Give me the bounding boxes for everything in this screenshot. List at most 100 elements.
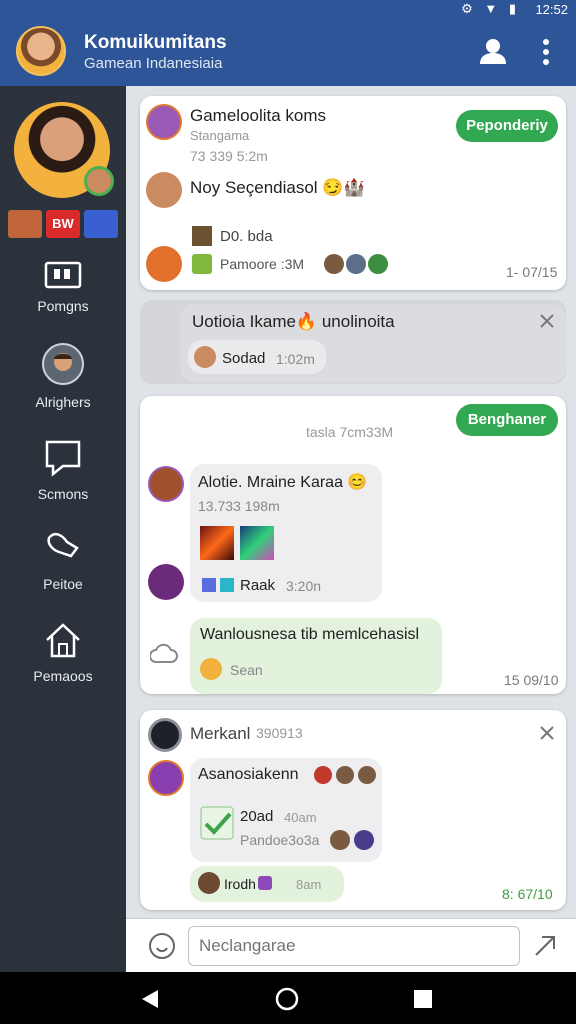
online-mini-avatar	[84, 166, 114, 196]
reaction-avatar	[346, 254, 366, 274]
file-meta: Pamoore :3M	[220, 256, 305, 272]
sidebar-item-label: Alrighers	[35, 394, 91, 410]
reaction-avatar	[368, 254, 388, 274]
sidebar-item-label: Scmons	[37, 486, 89, 502]
sidebar-item-label: Pemaoos	[33, 668, 93, 684]
image-thumbnail[interactable]	[240, 526, 274, 560]
app-bar: Komuikumitans Gamean Indanesiaia	[0, 20, 576, 86]
notification-title: Uotioia Ikame🔥 unolinoita	[192, 312, 395, 331]
status-icons: ⚙ ▼ ▮	[461, 1, 520, 16]
timestamp: 1- 07/15	[506, 264, 558, 280]
file-icon	[192, 254, 212, 274]
attachment-sub: Pandoe3o3a	[240, 832, 320, 848]
tag-icon	[220, 578, 234, 592]
reaction-avatar	[314, 766, 332, 784]
app-subtitle: Gamean Indanesiaia	[84, 55, 223, 72]
sidebar-item-alrighers[interactable]: Alrighers	[0, 342, 126, 410]
home-icon	[46, 623, 80, 658]
reaction-avatar	[358, 766, 376, 784]
message-text: Alotie. Mraine Karaa 😊	[198, 474, 368, 491]
card-header: Gameloolita koms	[190, 106, 327, 125]
compose-bar	[126, 918, 576, 972]
reaction-avatar	[336, 766, 354, 784]
message-text: Asanosiakenn	[198, 766, 299, 783]
card-meta: tasla 7cm33M	[306, 424, 394, 440]
calendar-icon	[44, 261, 82, 289]
group-avatar	[146, 104, 182, 140]
respond-button[interactable]: Peponderiy	[456, 110, 558, 142]
reaction-time: 3:20n	[286, 578, 322, 594]
post-card[interactable]: Merkanl 390913 Asanosiakenn 20ad 40am Pa…	[140, 710, 566, 910]
recents-icon[interactable]	[413, 989, 433, 1009]
reaction-avatar	[354, 830, 374, 850]
message-sub: 13.733 198m	[198, 498, 280, 514]
image-thumbnail[interactable]	[200, 526, 234, 560]
sender-avatar	[148, 466, 184, 502]
reaction-avatar	[330, 830, 350, 850]
avatar-icon	[42, 343, 84, 385]
post-card[interactable]: Gameloolita koms Stangama 73 339 5:2m Pe…	[140, 96, 566, 290]
reaction-avatar	[324, 254, 344, 274]
post-card[interactable]: Benghaner tasla 7cm33M Alotie. Mraine Ka…	[140, 396, 566, 694]
reply-avatar	[194, 346, 216, 368]
card-header-meta: 390913	[256, 725, 303, 741]
card-subheader: Stangama	[190, 128, 250, 143]
reply-time: 8am	[296, 877, 322, 892]
more-vert-icon[interactable]	[536, 38, 556, 66]
send-icon[interactable]	[532, 933, 558, 959]
file-name: D0. bda	[220, 228, 273, 245]
badge-icon: BW	[46, 210, 80, 238]
sender-avatar	[146, 246, 182, 282]
sidebar-item-label: Peitoe	[43, 576, 83, 592]
card-header: Merkanl	[190, 724, 251, 743]
card-meta: 73 339 5:2m	[190, 148, 268, 164]
cursor-hand-icon	[47, 532, 79, 558]
profile-icon[interactable]	[478, 36, 508, 66]
system-nav-bar	[0, 972, 576, 1024]
sidebar-item-pomgns[interactable]: Pomgns	[0, 260, 126, 314]
status-time: 12:52	[535, 2, 568, 17]
sidebar: BW Pomgns Alrighers Scmons Peitoe Pemaoo…	[0, 86, 126, 972]
green-message-sub: Sean	[230, 662, 263, 678]
sidebar-item-pemaoos[interactable]: Pemaoos	[0, 620, 126, 684]
timestamp: 8: 67/10	[502, 886, 553, 902]
close-icon[interactable]	[538, 724, 556, 742]
green-message-text: Wanlousnesa tib memlcehasisl	[200, 626, 420, 643]
status-bar: ⚙ ▼ ▮ 12:52	[0, 0, 576, 20]
badge-icon	[84, 210, 118, 238]
sidebar-item-peitoe[interactable]: Peitoe	[0, 528, 126, 592]
badge-row: BW	[8, 210, 118, 238]
message-input[interactable]	[188, 926, 520, 966]
checkbox-icon	[202, 578, 216, 592]
reply-time: 1:02m	[276, 351, 315, 367]
reply-name: Irodh	[224, 876, 256, 892]
notification-card[interactable]: Uotioia Ikame🔥 unolinoita Sodad 1:02m	[140, 300, 566, 384]
sidebar-item-scmons[interactable]: Scmons	[0, 438, 126, 502]
emoji-icon[interactable]	[148, 932, 176, 960]
reply-avatar	[198, 872, 220, 894]
group-avatar	[148, 718, 182, 752]
attachment-title: 20ad	[240, 808, 274, 825]
reaction-label: Raak	[240, 577, 276, 594]
app-logo-avatar[interactable]	[16, 26, 66, 76]
attachment-time: 40am	[284, 810, 317, 825]
gift-icon	[258, 876, 272, 890]
reply-name: Sodad	[222, 350, 266, 367]
home-button-icon[interactable]	[275, 987, 299, 1011]
chat-feed: Gameloolita koms Stangama 73 339 5:2m Pe…	[126, 86, 576, 972]
sender-avatar	[148, 564, 184, 600]
sender-avatar	[148, 760, 184, 796]
sender-avatar	[146, 172, 182, 208]
cloud-icon	[150, 643, 178, 663]
message-text: Noy Seçendiasol 😏🏰	[190, 178, 365, 197]
badge-icon	[8, 210, 42, 238]
begin-button[interactable]: Benghaner	[456, 404, 558, 436]
check-icon	[200, 806, 234, 840]
close-icon[interactable]	[538, 312, 556, 330]
emoji-icon	[200, 658, 222, 680]
app-title: Komuikumitans	[84, 32, 227, 53]
sidebar-item-label: Pomgns	[37, 298, 89, 314]
back-icon[interactable]	[138, 988, 160, 1010]
timestamp: 15 09/10	[504, 672, 559, 688]
chat-icon	[45, 440, 81, 477]
